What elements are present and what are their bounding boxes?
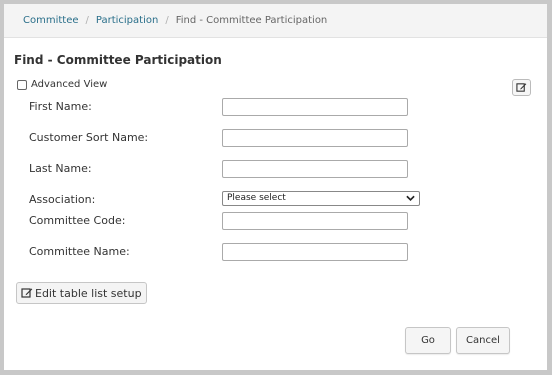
last-name-label: Last Name: [29, 162, 92, 175]
association-select[interactable]: Please select [222, 191, 420, 206]
edit-table-list-setup-label: Edit table list setup [35, 286, 142, 300]
edit-icon [516, 83, 527, 92]
edit-layout-button[interactable] [512, 79, 531, 96]
association-label: Association: [29, 193, 96, 206]
customer-sort-name-label: Customer Sort Name: [29, 131, 149, 144]
edit-icon [21, 288, 33, 298]
first-name-input[interactable] [222, 98, 408, 116]
breadcrumb-separator: / [85, 15, 89, 26]
last-name-input[interactable] [222, 160, 408, 178]
advanced-view-label: Advanced View [31, 79, 108, 90]
committee-code-label: Committee Code: [29, 214, 126, 227]
go-button[interactable]: Go [405, 327, 451, 354]
find-panel: Committee / Participation / Find - Committee… [4, 4, 547, 370]
breadcrumb-separator: / [165, 15, 169, 26]
committee-code-input[interactable] [222, 212, 408, 230]
chevron-down-icon [406, 195, 415, 201]
first-name-label: First Name: [29, 100, 92, 113]
breadcrumb-committee[interactable]: Committee [23, 15, 79, 26]
edit-table-list-setup-button[interactable]: Edit table list setup [16, 282, 147, 304]
breadcrumb: Committee / Participation / Find - Committee… [4, 4, 547, 38]
cancel-button[interactable]: Cancel [456, 327, 510, 354]
committee-name-input[interactable] [222, 243, 408, 261]
customer-sort-name-input[interactable] [222, 129, 408, 147]
advanced-view-checkbox[interactable] [17, 79, 27, 90]
association-selected-value: Please select [227, 193, 286, 203]
breadcrumb-current: Find - Committee Participation [175, 15, 328, 26]
breadcrumb-participation[interactable]: Participation [96, 15, 158, 26]
committee-name-label: Committee Name: [29, 245, 130, 258]
advanced-view-toggle[interactable]: Advanced View [17, 79, 107, 90]
page-title: Find - Committee Participation [14, 53, 222, 67]
